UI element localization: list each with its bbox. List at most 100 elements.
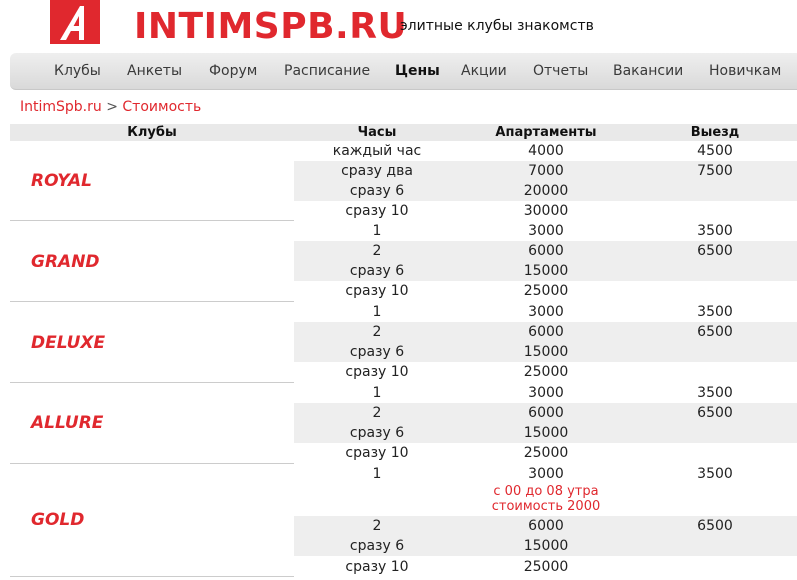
club-name-grand[interactable]: GRAND	[31, 251, 100, 273]
cell-outcall	[640, 423, 790, 443]
table-row: 2 6000 6500	[294, 322, 797, 342]
cell-outcall	[640, 362, 790, 382]
price-table-header: Клубы Часы Апартаменты Выезд	[10, 124, 797, 141]
breadcrumb-separator: >	[106, 99, 118, 115]
night-price-note: с 00 до 08 утра	[493, 484, 599, 499]
cell-outcall: 6500	[697, 518, 733, 534]
cell-apartments: 3000	[528, 223, 564, 239]
red-square-a-logo-icon	[60, 6, 84, 40]
cell-apartments: 6000	[528, 405, 564, 421]
nav-item-forum[interactable]: Форум	[209, 53, 257, 89]
cell-hours: 2	[372, 405, 382, 421]
cell-hours: сразу 10	[345, 559, 409, 575]
cell-hours: 2	[372, 243, 382, 259]
cell-outcall	[640, 281, 790, 301]
table-row: сразу 10 25000	[294, 281, 797, 301]
cell-hours: 1	[372, 385, 382, 401]
table-row: сразу 10 25000	[294, 362, 797, 382]
cell-apartments: 6000	[528, 243, 564, 259]
table-row: сразу 6 15000	[294, 261, 797, 281]
cell-hours: сразу два	[341, 163, 413, 179]
club-divider	[10, 220, 294, 221]
site-logo[interactable]	[50, 0, 100, 44]
cell-outcall	[640, 557, 790, 577]
club-divider	[10, 301, 294, 302]
nav-item-reports[interactable]: Отчеты	[533, 53, 588, 89]
page: INTIMSPB.RU элитные клубы знакомств Клуб…	[0, 0, 797, 580]
cell-hours: 1	[372, 223, 382, 239]
breadcrumb: IntimSpb.ru > Стоимость	[20, 97, 201, 117]
club-divider	[10, 463, 294, 464]
header-clubs: Клубы	[127, 125, 177, 140]
club-name-gold[interactable]: GOLD	[31, 509, 84, 531]
cell-outcall	[640, 261, 790, 281]
cell-hours: сразу 6	[349, 538, 405, 554]
table-row: 1 3000 3500	[294, 302, 797, 322]
cell-apartments: 6000	[528, 518, 564, 534]
club-name-deluxe[interactable]: DELUXE	[31, 332, 105, 354]
table-row: 1 3000 3500	[294, 383, 797, 403]
nav-item-schedule[interactable]: Расписание	[284, 53, 370, 89]
nav-item-profiles[interactable]: Анкеты	[127, 53, 182, 89]
cell-outcall: 3500	[697, 223, 733, 239]
site-brand[interactable]: INTIMSPB.RU	[134, 5, 407, 49]
main-nav: Клубы Анкеты Форум Расписание Цены Акции…	[10, 53, 797, 90]
table-row: сразу два 7000 7500	[294, 161, 797, 181]
cell-hours: 1	[372, 304, 382, 320]
cell-outcall	[640, 536, 790, 556]
cell-outcall	[640, 342, 790, 362]
cell-hours: сразу 6	[349, 344, 405, 360]
table-row: 2 6000 6500	[294, 241, 797, 261]
site-header: INTIMSPB.RU элитные клубы знакомств	[0, 0, 797, 52]
table-row: сразу 10 25000	[294, 443, 797, 463]
nav-item-vacancies[interactable]: Вакансии	[613, 53, 683, 89]
cell-apartments: 6000	[528, 324, 564, 340]
table-row: 2 6000 6500	[294, 403, 797, 423]
cell-outcall: 6500	[697, 324, 733, 340]
cell-hours: сразу 10	[345, 203, 409, 219]
cell-apartments: 15000	[523, 425, 569, 441]
cell-hours: 2	[372, 324, 382, 340]
table-row: 1 3000 3500	[294, 221, 797, 241]
cell-apartments: 3000	[528, 466, 564, 482]
club-divider	[10, 382, 294, 383]
table-row: каждый час 4000 4500	[294, 141, 797, 161]
nav-item-newcomers[interactable]: Новичкам	[709, 53, 781, 89]
cell-apartments: 30000	[523, 203, 569, 219]
breadcrumb-current[interactable]: Стоимость	[122, 99, 201, 115]
club-name-allure[interactable]: ALLURE	[31, 412, 103, 434]
cell-outcall: 3500	[697, 385, 733, 401]
club-name-royal[interactable]: ROYAL	[31, 170, 92, 192]
cell-outcall	[640, 201, 790, 221]
cell-hours: сразу 6	[349, 425, 405, 441]
cell-outcall: 6500	[697, 405, 733, 421]
cell-outcall	[640, 443, 790, 463]
site-tagline: элитные клубы знакомств	[400, 18, 594, 34]
cell-outcall: 3500	[697, 304, 733, 320]
cell-hours: сразу 10	[345, 364, 409, 380]
table-row: сразу 10 30000	[294, 201, 797, 221]
cell-apartments: 3000	[528, 385, 564, 401]
header-hours: Часы	[357, 125, 397, 140]
table-row: сразу 6 15000	[294, 536, 797, 556]
nav-item-prices[interactable]: Цены	[395, 53, 440, 89]
night-price-note-value: стоимость 2000	[491, 499, 601, 514]
cell-hours: сразу 6	[349, 263, 405, 279]
cell-outcall: 3500	[697, 466, 733, 482]
cell-apartments: 15000	[523, 263, 569, 279]
breadcrumb-home[interactable]: IntimSpb.ru	[20, 99, 102, 115]
header-outcall: Выезд	[690, 125, 740, 140]
cell-outcall: 7500	[697, 163, 733, 179]
cell-apartments: 15000	[523, 344, 569, 360]
cell-hours: каждый час	[332, 143, 422, 159]
cell-outcall	[640, 181, 790, 201]
nav-item-promos[interactable]: Акции	[461, 53, 507, 89]
cell-apartments: 25000	[523, 364, 569, 380]
cell-hours: сразу 10	[345, 445, 409, 461]
cell-hours: 1	[372, 466, 382, 482]
nav-item-clubs[interactable]: Клубы	[54, 53, 101, 89]
table-row: сразу 6 20000	[294, 181, 797, 201]
cell-apartments: 7000	[528, 163, 564, 179]
table-row: 2 6000 6500	[294, 516, 797, 536]
cell-hours: сразу 6	[349, 183, 405, 199]
